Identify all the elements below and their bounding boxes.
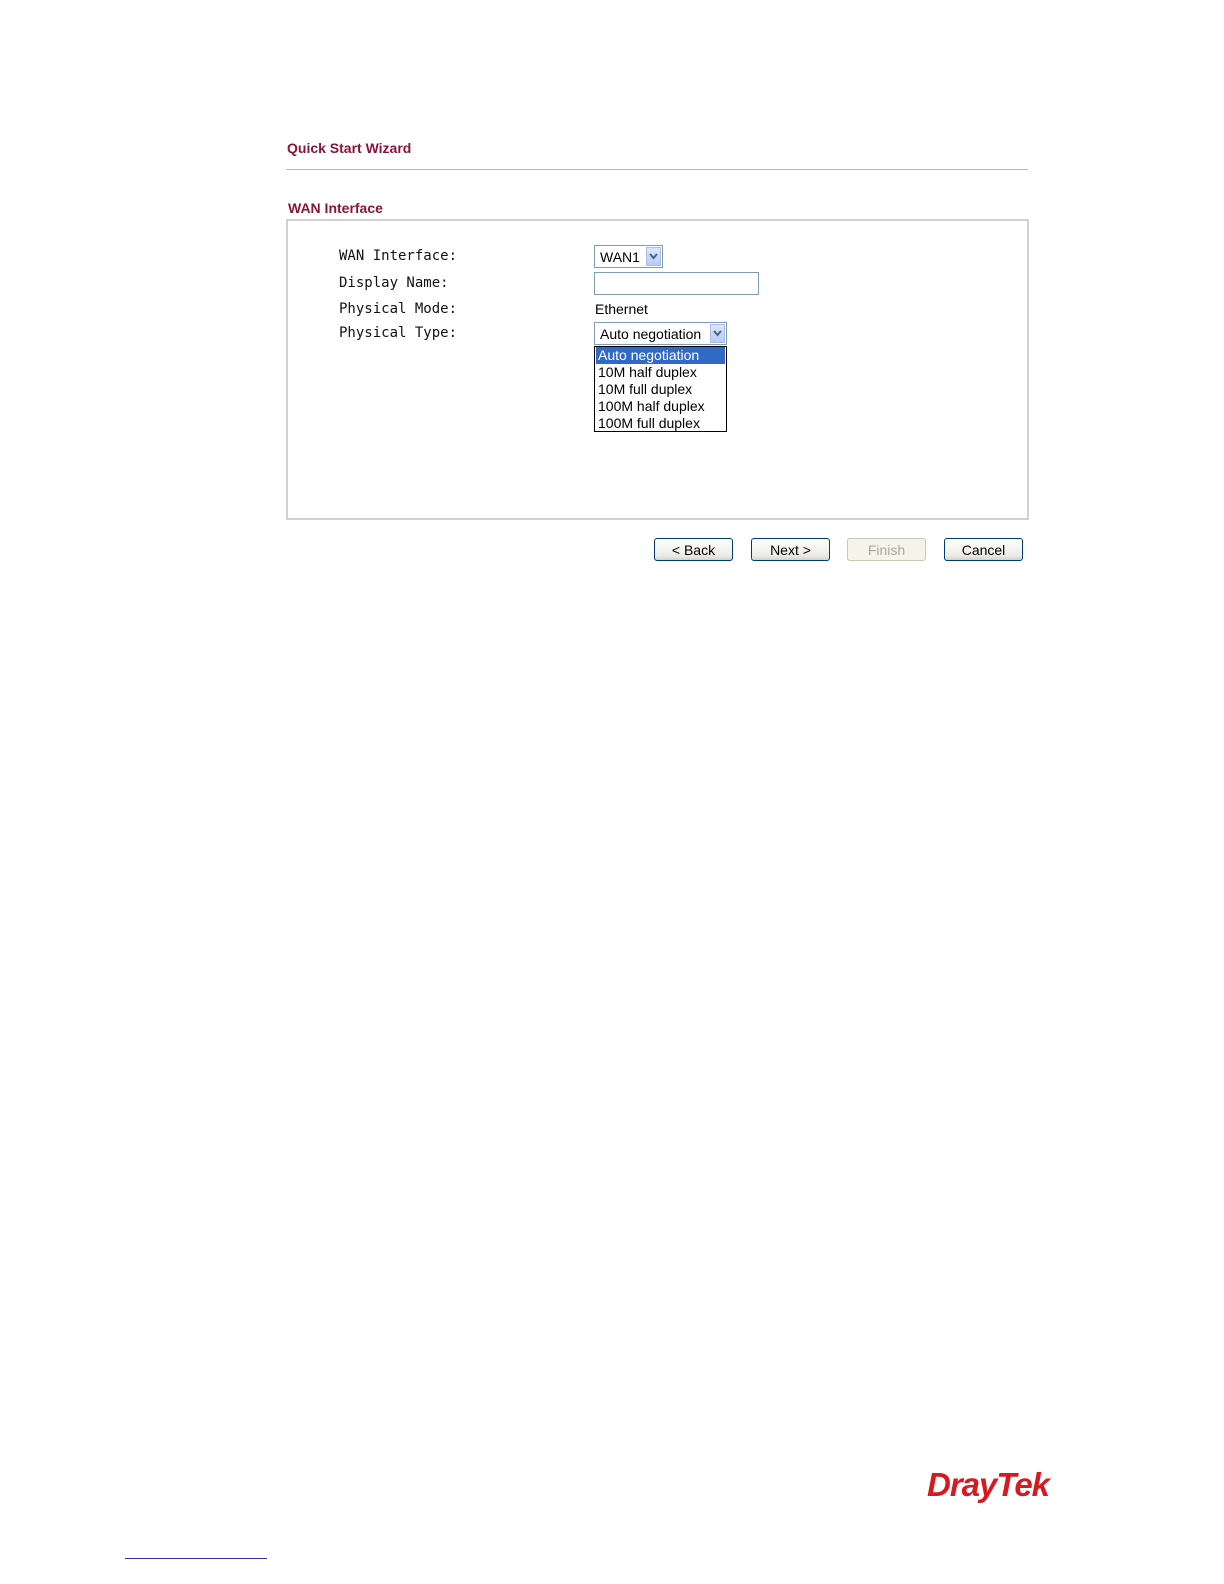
wan-interface-select[interactable]: WAN1 [594,245,663,268]
chevron-down-icon[interactable] [646,247,661,266]
dropdown-option-100m-full-duplex[interactable]: 100M full duplex [596,415,725,432]
display-name-input[interactable] [594,272,759,295]
back-button[interactable]: < Back [654,538,733,561]
physical-mode-label: Physical Mode: [339,301,458,317]
cancel-button[interactable]: Cancel [944,538,1023,561]
next-button[interactable]: Next > [751,538,830,561]
dropdown-option-10m-half-duplex[interactable]: 10M half duplex [596,364,725,381]
wan-interface-label: WAN Interface: [339,248,458,264]
physical-type-select[interactable]: Auto negotiation [594,322,727,345]
physical-mode-value: Ethernet [595,301,648,317]
finish-button[interactable]: Finish [847,538,926,561]
title-divider [286,169,1028,170]
draytek-logo: DrayTek [927,1466,1050,1503]
physical-type-label: Physical Type: [339,325,458,341]
page-title: Quick Start Wizard [287,140,412,156]
section-title: WAN Interface [288,200,383,216]
physical-type-dropdown: Auto negotiation 10M half duplex 10M ful… [594,346,727,432]
chevron-down-icon[interactable] [710,324,725,343]
dropdown-option-auto-negotiation[interactable]: Auto negotiation [596,347,725,364]
footer-rule [125,1558,267,1559]
wan-interface-value: WAN1 [600,249,640,265]
physical-type-value: Auto negotiation [600,326,702,342]
display-name-label: Display Name: [339,275,449,291]
dropdown-option-10m-full-duplex[interactable]: 10M full duplex [596,381,725,398]
dropdown-option-100m-half-duplex[interactable]: 100M half duplex [596,398,725,415]
